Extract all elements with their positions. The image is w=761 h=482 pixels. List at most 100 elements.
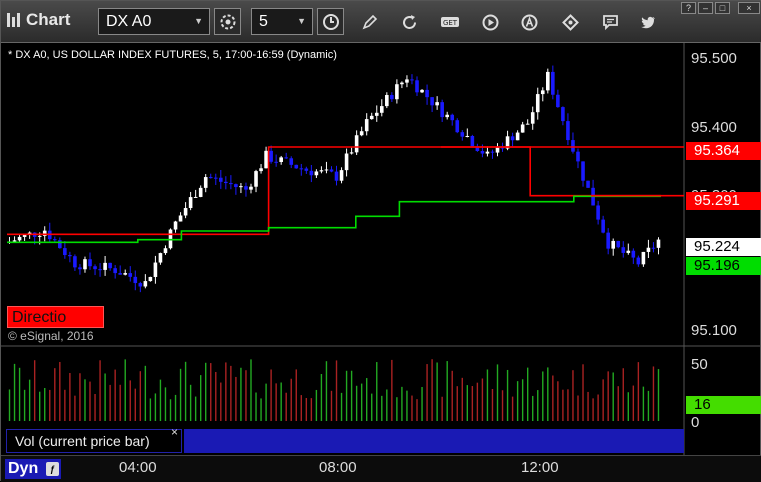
- candle-body: [646, 247, 651, 252]
- candle-body: [158, 253, 163, 263]
- settings-button[interactable]: [214, 8, 241, 35]
- candle-body: [118, 273, 122, 275]
- candle-body: [73, 256, 77, 268]
- alert-button[interactable]: [520, 13, 538, 31]
- candle-body: [339, 170, 344, 181]
- link-button[interactable]: [561, 13, 579, 31]
- candle-body: [415, 80, 419, 93]
- candles: [7, 65, 661, 293]
- time-tick: 12:00: [521, 459, 559, 476]
- minimize-button[interactable]: –: [698, 2, 713, 14]
- volume-bars: [8, 359, 660, 421]
- candle-body: [98, 269, 102, 271]
- copyright-text: © eSignal, 2016: [8, 329, 94, 343]
- get-button[interactable]: GET: [440, 13, 460, 31]
- candle-body: [329, 169, 334, 172]
- candle-body: [556, 94, 560, 108]
- refresh-button[interactable]: [400, 13, 418, 31]
- candle-body: [334, 171, 339, 181]
- candle-body: [203, 177, 208, 188]
- candle-body: [535, 94, 540, 113]
- candle-body: [445, 114, 449, 118]
- candle-body: [229, 183, 233, 185]
- candle-body: [455, 120, 460, 133]
- app-title: Chart: [7, 10, 70, 30]
- candle-body: [128, 273, 133, 277]
- time-axis[interactable]: [1, 455, 761, 482]
- settings-gear-icon: [220, 14, 235, 29]
- candle-body: [440, 102, 444, 118]
- candle-body: [601, 219, 605, 233]
- candle-body: [68, 255, 72, 257]
- chart-caption: * DX A0, US DOLLAR INDEX FUTURES, 5, 17:…: [8, 49, 337, 61]
- candle-body: [108, 262, 112, 269]
- alert-a-icon: [521, 14, 537, 30]
- candle-body: [173, 221, 178, 230]
- indicator-line-1: [7, 195, 661, 244]
- price-chart[interactable]: [1, 43, 761, 482]
- candle-body: [284, 157, 289, 159]
- candle-body: [641, 251, 646, 265]
- candle-body: [430, 97, 434, 106]
- price-tick: 95.500: [691, 50, 737, 67]
- price-tick: 95.400: [691, 119, 737, 136]
- candle-body: [540, 90, 545, 95]
- green-line-price-tag: 95.196: [686, 257, 761, 275]
- volume-panel-close-icon[interactable]: ×: [171, 425, 178, 439]
- interval-value: 5: [259, 13, 268, 30]
- candle-body: [571, 140, 575, 152]
- draw-tool-button[interactable]: [361, 13, 379, 31]
- maximize-button[interactable]: □: [715, 2, 730, 14]
- candle-body: [525, 123, 530, 125]
- candle-body: [510, 136, 515, 141]
- candle-body: [435, 102, 439, 106]
- candle-body: [354, 135, 359, 153]
- volume-panel-label[interactable]: Vol (current price bar): [6, 429, 182, 453]
- dynamic-button-label: Dyn: [8, 460, 39, 477]
- close-window-button[interactable]: ×: [738, 2, 760, 14]
- clock-icon: [322, 13, 339, 30]
- dynamic-button[interactable]: Dyn ƒ: [5, 459, 61, 479]
- volume-tick: 50: [691, 356, 708, 373]
- candle-body: [193, 196, 198, 198]
- comment-button[interactable]: [601, 13, 619, 31]
- interval-input[interactable]: 5 ▼: [251, 8, 313, 35]
- symbol-input[interactable]: DX A0 ▼: [98, 8, 210, 35]
- candle-body: [244, 186, 248, 190]
- toolbar: Chart DX A0 ▼ 5 ▼ GET ? – □ ×: [1, 1, 761, 43]
- candle-body: [369, 115, 374, 120]
- help-button[interactable]: ?: [681, 2, 696, 14]
- symbol-dropdown-icon[interactable]: ▼: [194, 9, 203, 34]
- chart-window: Chart DX A0 ▼ 5 ▼ GET ? – □ × * DX A0, U…: [0, 0, 761, 482]
- candle-body: [37, 235, 42, 237]
- candle-body: [198, 187, 203, 197]
- candle-body: [17, 236, 22, 241]
- candle-body: [319, 170, 324, 172]
- refresh-icon: [402, 14, 416, 29]
- candle-body: [52, 239, 57, 241]
- play-button[interactable]: [481, 13, 499, 31]
- candle-body: [520, 124, 525, 133]
- twitter-button[interactable]: [639, 13, 657, 31]
- candle-body: [420, 89, 424, 93]
- candle-body: [239, 186, 243, 188]
- candle-body: [123, 273, 128, 275]
- candle-body: [400, 82, 404, 85]
- volume-current-tag: 16: [686, 396, 761, 414]
- direction-button[interactable]: Directio: [7, 306, 104, 328]
- chart-bars-icon: [7, 13, 20, 27]
- comment-icon: [602, 14, 618, 30]
- candle-body: [249, 186, 253, 190]
- candle-body: [379, 106, 384, 113]
- time-template-button[interactable]: [317, 8, 344, 35]
- candle-body: [314, 171, 319, 176]
- candle-body: [103, 262, 107, 270]
- candle-body: [586, 180, 590, 188]
- candle-body: [259, 168, 263, 172]
- get-icon: GET: [441, 17, 459, 27]
- candle-body: [213, 177, 218, 179]
- candle-body: [234, 184, 238, 188]
- candle-body: [148, 276, 153, 282]
- interval-dropdown-icon[interactable]: ▼: [297, 9, 306, 34]
- play-icon: [482, 14, 498, 30]
